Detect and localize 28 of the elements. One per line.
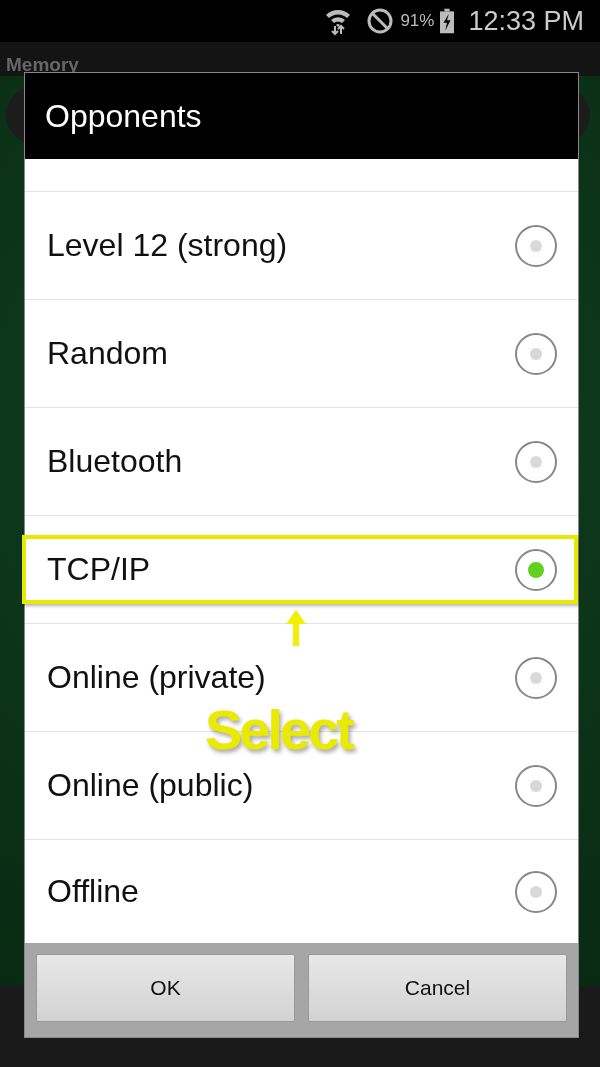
- app-title: Memory: [6, 54, 79, 76]
- option-row[interactable]: TCP/IP: [25, 516, 578, 624]
- radio-button[interactable]: [515, 656, 557, 699]
- radio-button[interactable]: [515, 440, 557, 483]
- radio-button[interactable]: [515, 332, 557, 375]
- ok-button[interactable]: OK: [36, 954, 295, 1022]
- battery-percent: 91%: [400, 11, 435, 31]
- dialog-title: Opponents: [45, 97, 202, 135]
- radio-button[interactable]: [515, 764, 557, 807]
- option-row[interactable]: Random: [25, 300, 578, 408]
- option-label: Bluetooth: [47, 443, 183, 480]
- do-not-disturb-icon: [366, 7, 395, 35]
- option-label: Online (public): [47, 767, 254, 804]
- option-label: Online (private): [47, 659, 266, 696]
- option-row[interactable]: Offline: [25, 840, 578, 943]
- option-row[interactable]: Level 12 (strong): [25, 192, 578, 300]
- option-label: Level 12 (strong): [47, 227, 288, 264]
- clock-time: 12:33 PM: [468, 5, 584, 37]
- radio-button[interactable]: [515, 224, 557, 267]
- option-label: Offline: [47, 873, 139, 910]
- battery-charging-icon: [440, 8, 455, 34]
- cancel-button[interactable]: Cancel: [308, 954, 567, 1022]
- option-row[interactable]: Bluetooth: [25, 408, 578, 516]
- radio-button[interactable]: [515, 870, 557, 913]
- up-arrow: [284, 608, 308, 648]
- radio-button[interactable]: [515, 548, 557, 591]
- option-label: Random: [47, 335, 168, 372]
- option-label: TCP/IP: [47, 551, 151, 588]
